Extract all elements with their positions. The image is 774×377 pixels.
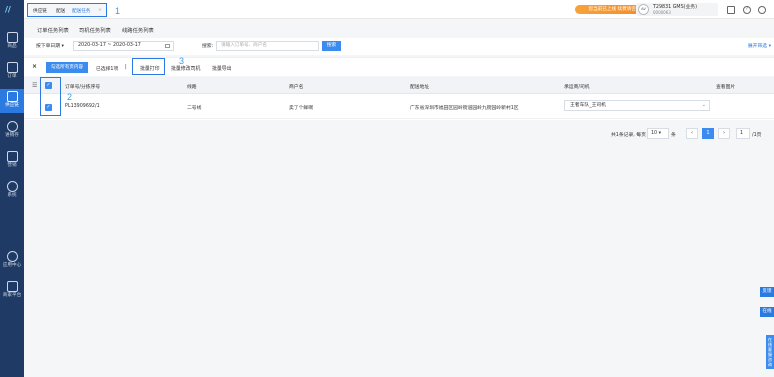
help-icon[interactable]: ? [743,6,751,14]
column-header: 配送地址 [410,85,430,90]
gear-icon [6,181,18,192]
column-settings-icon[interactable]: ☰ [32,82,37,89]
power-icon[interactable] [758,6,766,14]
advanced-filter-toggle[interactable]: 展开筛选 ▾ [748,42,771,49]
document-icon [6,62,18,73]
inventory-icon [6,121,18,132]
driver-select-value: 王者车队_王司机 [570,103,606,108]
order-number[interactable]: PL13909692/1 [65,104,100,109]
calendar-icon [165,44,170,48]
goto-page-input[interactable]: 1 [736,128,750,139]
chevron-down-icon: ▾ [768,44,771,49]
breadcrumb-item[interactable]: 供应链 [33,8,47,14]
merchant-name: 卖了个鲜啊 [289,106,313,111]
sidebar-item-merchant-platform[interactable]: 商家平台 [0,279,24,303]
highlight-box [40,77,61,116]
page-size-value: 10 [651,131,658,136]
clear-selection-icon[interactable]: × [32,63,37,70]
store-icon [6,281,18,292]
column-header: 承运商/司机 [564,85,590,90]
page-number-button[interactable]: 1 [702,128,714,139]
route: 二号线 [187,106,202,111]
apps-icon [6,251,18,262]
chevron-down-icon: ▾ [61,44,64,49]
sidebar-item-label: 订单 [7,74,17,79]
breadcrumb-item-current[interactable]: 配送任务 [72,8,90,14]
tab-order-tasks[interactable]: 订单任务列表 [37,26,69,34]
tab-route-tasks[interactable]: 线路任务列表 [122,26,154,34]
user-id: 0000063 [653,10,671,15]
filter-bar: 按下单日期 ▾ 2020-03-17 ~ 2020-03-17 搜索: 请输入订… [24,38,774,55]
sidebar-item-label: 商家平台 [2,293,22,298]
sidebar-item-system[interactable]: 系统 [0,179,24,203]
breadcrumb-item[interactable]: 配送 [56,8,65,14]
next-page-button[interactable]: › [718,128,730,139]
search-input[interactable]: 请输入订单号、商户名 [216,41,319,51]
date-range-value: 2020-03-17 ~ 2020-03-17 [78,43,141,48]
batch-modify-driver-button[interactable]: 批量修改司机 [171,65,200,72]
avatar[interactable]: AV [638,4,649,15]
sidebar-item-label: 商品 [7,44,17,49]
divider: | [125,64,127,70]
table-row: ✓ PL13909692/1 二号线 卖了个鲜啊 广东省深圳市福田区园岭街道园岭… [24,95,774,119]
batch-print-button[interactable]: 批量打印 [140,65,160,72]
sidebar-item-supply-chain[interactable]: 供应链 [0,89,24,113]
annotation-number: 2 [67,92,73,102]
pagination-unit: 条 [671,133,676,138]
pagination-total: 共1条记录, 每页 [611,133,646,138]
order-task-table: ☰ ✓ 订单号/分拣序号 线路 商户名 配送地址 承运商/司机 查看图片 ✓ P… [24,77,774,120]
sidebar-item-app-center[interactable]: 应用中心 [0,249,24,273]
tab-driver-tasks[interactable]: 司机任务列表 [79,26,111,34]
sidebar: // 商品 订单 供应链 进销存 营销 系统 应用中心 商家平台 [0,0,24,377]
online-button[interactable]: 在线 [760,307,774,317]
delivery-address: 广东省深圳市福田区园岭街道园岭九街园岭新村1区 [410,106,519,111]
message-icon[interactable] [727,6,735,14]
feedback-button[interactable]: 反馈 [760,287,774,297]
supply-chain-icon [6,91,18,102]
user-name: T29831 GMS(业务) [653,5,697,10]
sidebar-item-orders[interactable]: 订单 [0,60,24,84]
date-type-select[interactable]: 按下单日期 ▾ [36,42,64,49]
tag-icon [6,151,18,162]
sidebar-item-inventory[interactable]: 进销存 [0,119,24,143]
top-bar: 供应链 配送 配送任务 × 1 您当前已上线 续费请咨询 AV T29831 G… [24,0,774,19]
shopping-bag-icon [6,32,18,43]
pagination-total-pages: /1页 [752,133,762,138]
batch-export-button[interactable]: 批量导出 [212,65,232,72]
sidebar-item-label: 营销 [7,163,17,168]
page-size-select[interactable]: 10 ▾ [647,128,669,139]
search-label: 搜索: [202,44,214,49]
sidebar-item-label: 供应链 [5,103,19,108]
table-header: ☰ ✓ 订单号/分拣序号 线路 商户名 配送地址 承运商/司机 查看图片 [24,77,774,94]
breadcrumb: 供应链 配送 配送任务 × [27,3,107,17]
app-logo: // [5,5,11,14]
close-icon[interactable]: × [98,8,102,13]
sidebar-item-products[interactable]: 商品 [0,30,24,54]
search-button[interactable]: 搜索 [322,41,341,51]
sidebar-item-marketing[interactable]: 营销 [0,149,24,173]
column-header: 线路 [187,85,197,90]
chevron-down-icon: ▾ [658,131,662,136]
date-range-picker[interactable]: 2020-03-17 ~ 2020-03-17 [73,41,174,51]
column-header: 查看图片 [716,85,736,90]
driver-select[interactable]: 王者车队_王司机 ⌄ [564,100,710,111]
sidebar-item-label: 进销存 [5,133,19,138]
sidebar-item-label: 应用中心 [2,263,22,268]
sidebar-item-label: 系统 [7,193,17,198]
advanced-filter-label: 展开筛选 [747,44,768,49]
annotation-number: 1 [115,6,121,16]
column-header: 订单号/分拣序号 [65,85,101,90]
task-tabs: 订单任务列表 司机任务列表 线路任务列表 [24,20,774,37]
select-all-pages-button[interactable]: 勾选所有页内容 [46,62,88,73]
prev-page-button[interactable]: ‹ [686,128,698,139]
online-support-tab[interactable]: 在线客服咨询 [766,335,774,369]
batch-action-bar: × 勾选所有页内容 已选择1项 | 批量打印 3 批量修改司机 批量导出 [24,56,774,76]
selected-count: 已选择1项 [96,67,119,72]
date-type-label: 按下单日期 [36,44,60,49]
column-header: 商户名 [289,85,304,90]
chevron-down-icon: ⌄ [701,102,706,108]
